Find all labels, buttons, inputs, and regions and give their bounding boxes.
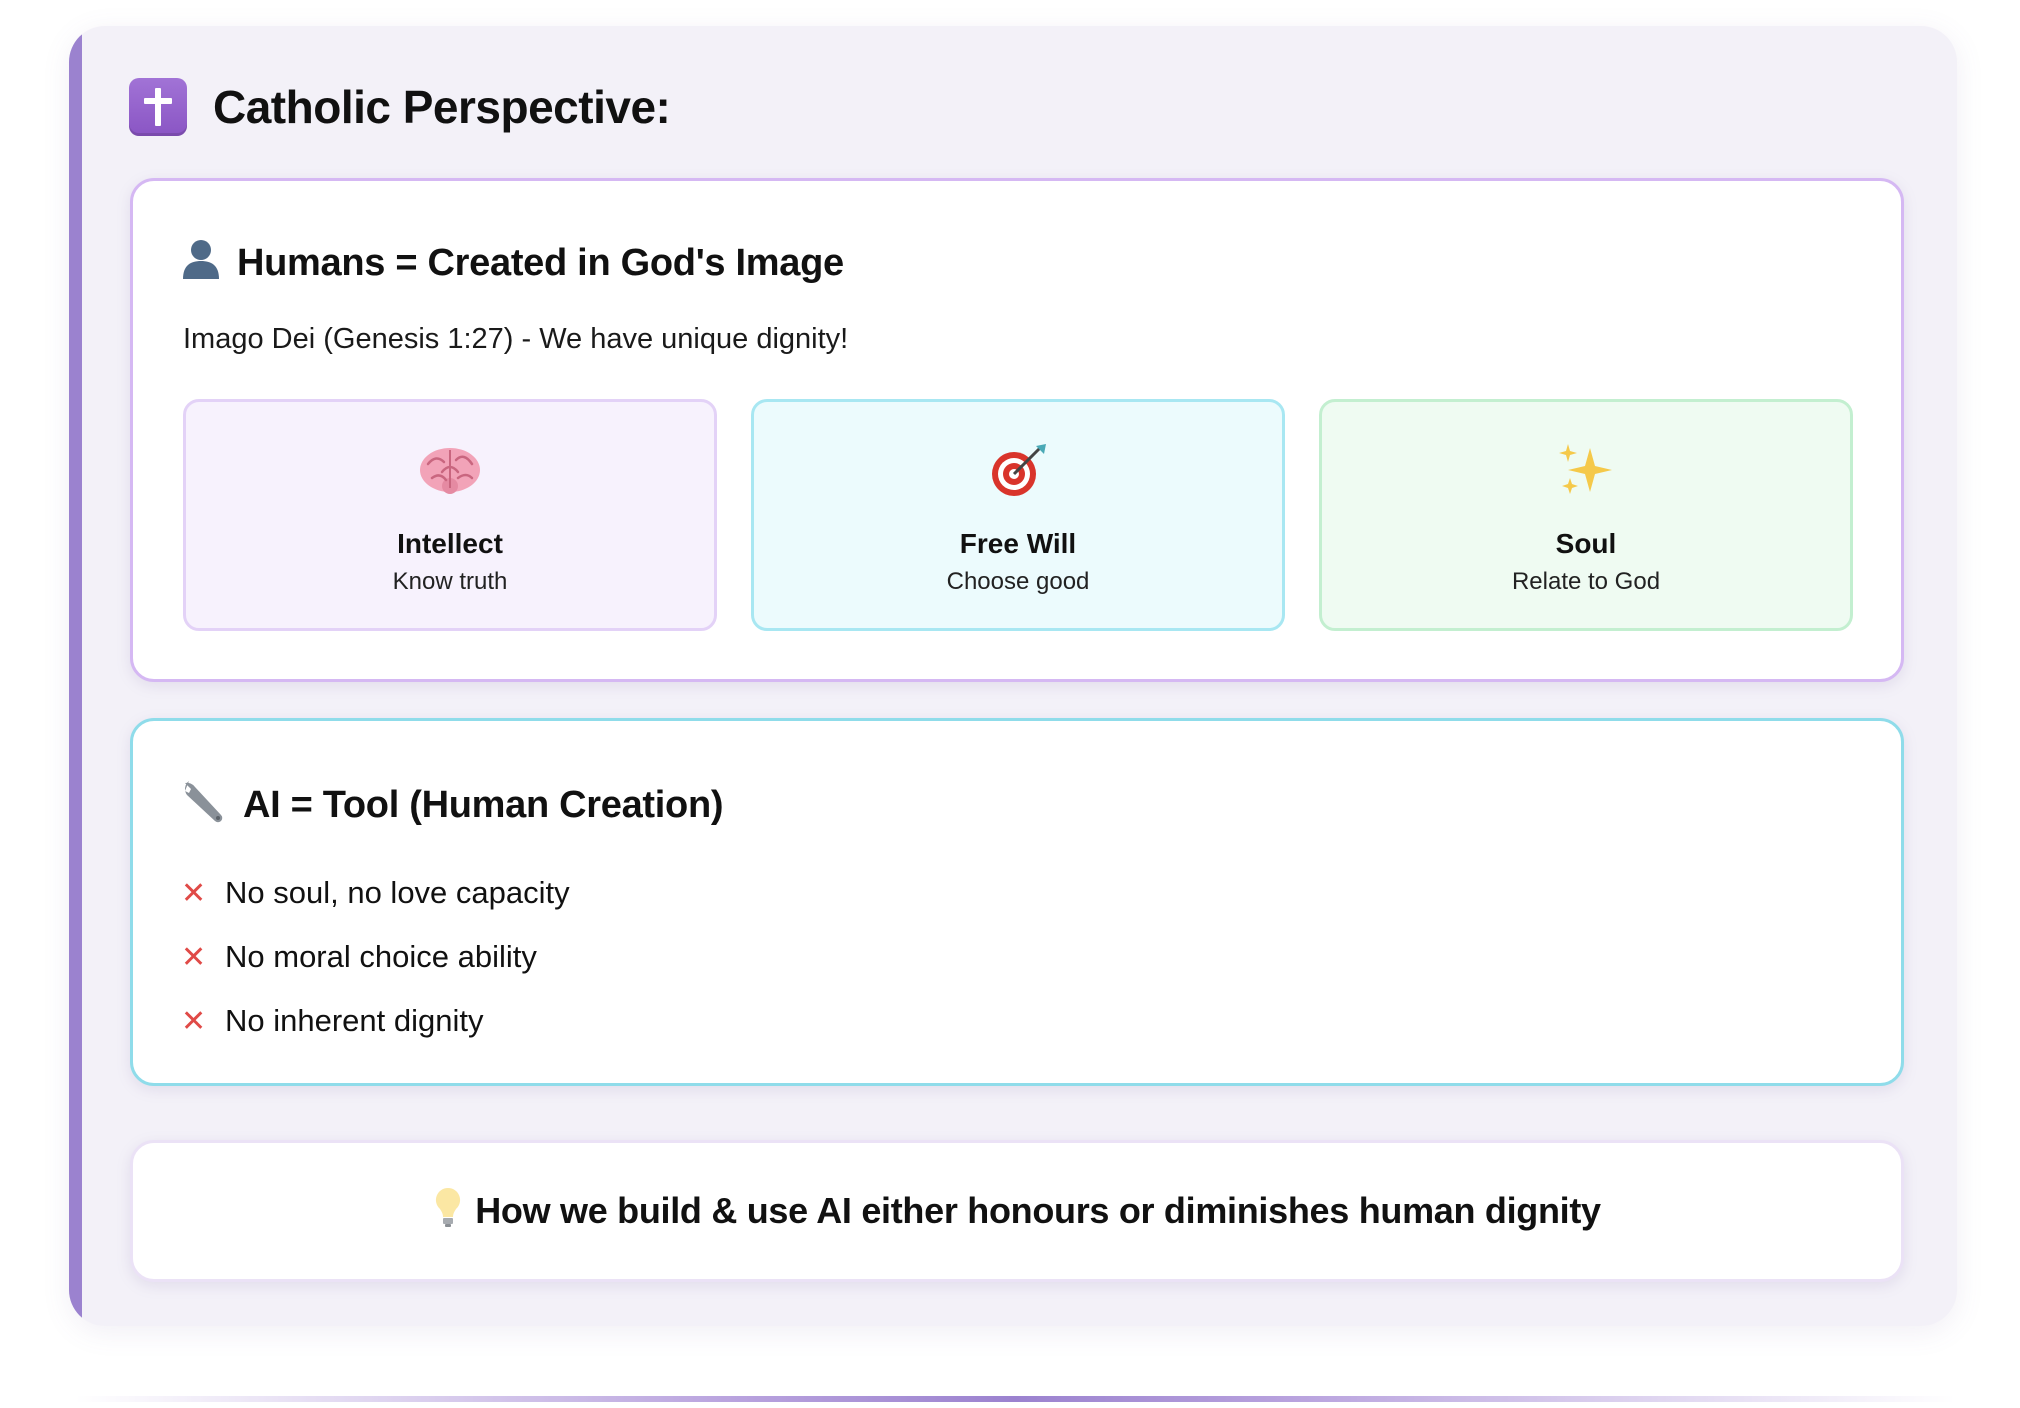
list-item: ✕ No soul, no love capacity [181,861,570,925]
cross-mark-icon: ✕ [181,940,207,974]
humans-card-subtitle: Imago Dei (Genesis 1:27) - We have uniqu… [183,323,849,355]
list-item-text: No inherent dignity [225,1003,484,1038]
pillar-desc: Relate to God [1511,568,1661,595]
light-bulb-icon [433,1186,463,1237]
tip-card: How we build & use AI either honours or … [130,1140,1904,1282]
tip-row: How we build & use AI either honours or … [133,1143,1901,1279]
pillar-desc: Know truth [392,568,508,595]
tip-text: How we build & use AI either honours or … [475,1190,1601,1231]
section-title: Catholic Perspective: [213,81,671,133]
humans-card-title: Humans = Created in God's Image [237,241,844,284]
cross-mark-icon: ✕ [181,876,207,910]
ai-card: AI = Tool (Human Creation) ✕ No soul, no… [130,718,1904,1086]
pillar-name: Intellect [397,528,503,559]
accent-bar [69,26,82,1326]
list-item: ✕ No moral choice ability [181,925,570,989]
list-item: ✕ No inherent dignity [181,989,570,1053]
list-item-text: No moral choice ability [225,939,537,974]
target-icon [754,442,1282,498]
wrench-icon [181,777,227,833]
dignity-pillars: Intellect Know truth Free Will Choose go… [183,399,1853,631]
cross-mark-icon: ✕ [181,1004,207,1038]
pillar-soul: Soul Relate to God [1319,399,1853,631]
bottom-divider [75,1396,1955,1402]
pillar-free-will: Free Will Choose good [751,399,1285,631]
pillar-desc: Choose good [946,568,1090,595]
ai-limitations-list: ✕ No soul, no love capacity ✕ No moral c… [181,861,570,1053]
person-silhouette-icon [181,237,221,289]
catholic-perspective-panel: Catholic Perspective: Humans = Created i… [69,26,1957,1326]
brain-icon [186,442,714,498]
pillar-name: Soul [1555,528,1617,559]
ai-card-heading: AI = Tool (Human Creation) [181,777,724,833]
pillar-intellect: Intellect Know truth [183,399,717,631]
ai-card-title: AI = Tool (Human Creation) [243,783,724,826]
pillar-name: Free Will [959,528,1077,559]
humans-card: Humans = Created in God's Image Imago De… [130,178,1904,682]
sparkles-icon [1322,442,1850,498]
section-heading: Catholic Perspective: [129,78,671,136]
humans-card-heading: Humans = Created in God's Image [181,237,844,289]
latin-cross-icon [129,78,187,136]
list-item-text: No soul, no love capacity [225,875,570,910]
